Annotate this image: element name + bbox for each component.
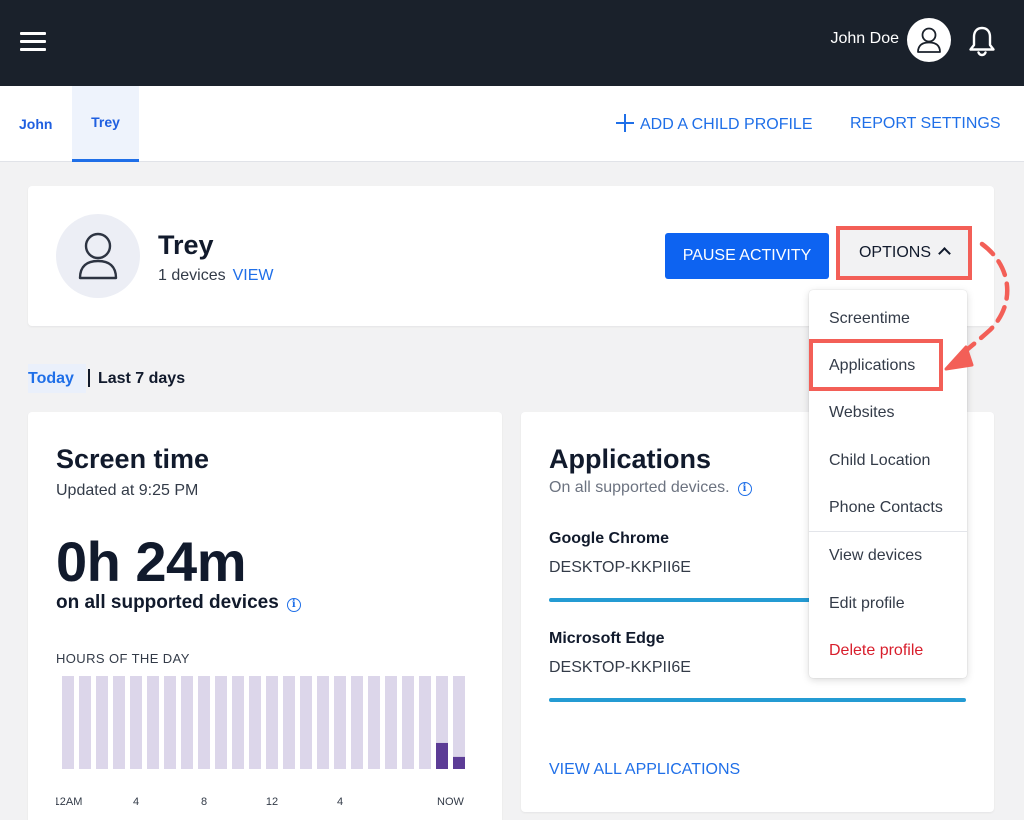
screen-time-title: Screen time <box>56 444 210 474</box>
app-usage-bar <box>549 698 966 702</box>
screen-time-subtitle-text: on all supported devices <box>56 592 279 613</box>
range-last-7-days[interactable]: Last 7 days <box>98 370 185 388</box>
hour-bar-track <box>249 676 261 769</box>
hour-bar-track <box>164 676 176 769</box>
screen-time-total: 0h 24m <box>56 530 247 593</box>
profile-tabs-bar: John Trey ADD A CHILD PROFILE REPORT SET… <box>0 86 1024 162</box>
hour-bar-track <box>96 676 108 769</box>
hours-of-day-label: HOURS OF THE DAY <box>56 651 190 666</box>
options-label: OPTIONS <box>858 244 931 261</box>
menu-item-screentime[interactable]: Screentime <box>829 310 910 328</box>
applications-subtitle-text: On all supported devices. <box>549 479 730 496</box>
screen-time-subtitle: on all supported devices i <box>56 592 301 614</box>
menu-divider <box>809 531 967 532</box>
hour-bar-track <box>317 676 329 769</box>
hour-bar-track <box>283 676 295 769</box>
screen-time-card: Screen time Updated at 9:25 PM 0h 24m on… <box>28 412 502 820</box>
report-settings-button[interactable]: REPORT SETTINGS <box>850 115 1001 133</box>
hour-bar-track <box>215 676 227 769</box>
hour-bar-track <box>232 676 244 769</box>
hour-bar-track <box>351 676 363 769</box>
hour-bar-track <box>79 676 91 769</box>
hour-bar-track <box>62 676 74 769</box>
hour-bar-fill <box>436 742 448 769</box>
applications-highlight-box <box>809 339 943 391</box>
hamburger-menu-icon[interactable] <box>20 30 48 52</box>
info-icon[interactable]: i <box>737 482 752 496</box>
add-child-profile-button[interactable]: ADD A CHILD PROFILE <box>616 114 813 134</box>
menu-item-child-location[interactable]: Child Location <box>829 452 930 470</box>
view-devices-link[interactable]: VIEW <box>233 267 274 284</box>
tab-john[interactable]: John <box>0 86 71 162</box>
child-avatar-icon <box>56 214 140 298</box>
menu-item-phone-contacts[interactable]: Phone Contacts <box>829 499 943 517</box>
hour-bar-track <box>181 676 193 769</box>
user-avatar-icon[interactable] <box>907 18 951 62</box>
hour-bar-track <box>198 676 210 769</box>
add-child-profile-label: ADD A CHILD PROFILE <box>640 116 813 133</box>
profile-name: Trey <box>158 230 214 260</box>
date-range-switcher: Today Last 7 days <box>28 364 185 393</box>
device-count: 1 devices VIEW <box>158 267 273 285</box>
hour-bar-track <box>334 676 346 769</box>
menu-item-edit-profile[interactable]: Edit profile <box>829 595 905 613</box>
info-icon[interactable]: i <box>286 598 301 612</box>
top-bar: John Doe <box>0 0 1024 86</box>
pause-activity-button[interactable]: PAUSE ACTIVITY <box>665 233 829 279</box>
range-today[interactable]: Today <box>28 364 86 393</box>
annotation-arrow-icon <box>944 241 1010 371</box>
range-divider <box>87 369 90 387</box>
hour-tick-label: NOW <box>437 796 465 808</box>
device-count-text: 1 devices <box>158 267 226 284</box>
hour-tick-label: 4 <box>337 796 343 808</box>
hour-bar-track <box>368 676 380 769</box>
hour-bar-fill <box>453 756 465 769</box>
menu-item-websites[interactable]: Websites <box>829 404 895 422</box>
hour-bar-track <box>453 676 465 769</box>
hour-bar-track <box>266 676 278 769</box>
hour-tick-label: 8 <box>201 796 207 808</box>
tab-trey[interactable]: Trey <box>72 86 139 162</box>
plus-icon <box>616 114 634 132</box>
hour-bar-track <box>300 676 312 769</box>
user-name[interactable]: John Doe <box>831 30 900 48</box>
bell-icon[interactable] <box>966 24 998 58</box>
hour-bar-track <box>130 676 142 769</box>
hour-bar-track <box>147 676 159 769</box>
hour-bar-track <box>113 676 125 769</box>
hour-bar-track <box>419 676 431 769</box>
hours-of-day-chart: 12AM 4 8 12 4 NOW <box>56 676 465 808</box>
hour-tick-label: 12AM <box>56 796 82 808</box>
applications-title: Applications <box>549 444 712 474</box>
menu-item-view-devices[interactable]: View devices <box>829 547 922 565</box>
menu-item-delete-profile[interactable]: Delete profile <box>829 642 923 660</box>
hour-tick-label: 4 <box>133 796 139 808</box>
applications-subtitle: On all supported devices. i <box>549 479 752 497</box>
hour-tick-label: 12 <box>266 796 278 808</box>
hour-bar-track <box>385 676 397 769</box>
view-all-applications-link[interactable]: VIEW ALL APPLICATIONS <box>549 761 740 779</box>
updated-time: Updated at 9:25 PM <box>56 482 199 499</box>
hour-bar-track <box>402 676 414 769</box>
